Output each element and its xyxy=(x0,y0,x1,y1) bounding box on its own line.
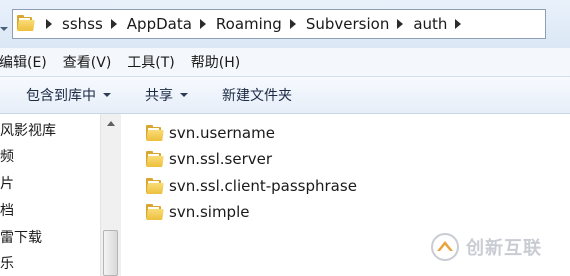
folder-icon xyxy=(146,178,164,194)
address-bar-strip: sshss AppData Roaming Subversion auth xyxy=(0,0,570,48)
include-in-library-label: 包含到库中 xyxy=(26,88,96,104)
folder-icon xyxy=(17,15,37,33)
file-name: svn.username xyxy=(169,124,275,142)
command-toolbar: 包含到库中 共享 新建文件夹 xyxy=(0,77,570,114)
breadcrumb-label[interactable]: sshss xyxy=(58,15,108,33)
new-folder-button[interactable]: 新建文件夹 xyxy=(222,85,292,105)
include-in-library-button[interactable]: 包含到库中 xyxy=(26,85,111,105)
nav-item[interactable]: 雷下载 xyxy=(0,227,42,247)
folder-icon xyxy=(146,204,164,220)
watermark-text: 创新互联 xyxy=(466,238,542,259)
share-button[interactable]: 共享 xyxy=(145,85,188,105)
nav-item[interactable]: 片 xyxy=(0,173,14,193)
dropdown-caret-icon xyxy=(103,93,111,97)
nav-scrollbar[interactable] xyxy=(100,114,121,276)
scroll-up-icon[interactable] xyxy=(104,116,118,130)
menu-bar: 编辑(E) 查看(V) 工具(T) 帮助(H) xyxy=(0,48,570,77)
watermark: 创新互联 xyxy=(430,230,570,264)
folder-icon xyxy=(146,151,164,167)
list-item[interactable]: svn.simple xyxy=(146,201,249,223)
navigation-pane: 风影视库 频 片 档 雷下载 乐 xyxy=(0,114,123,276)
menu-tools[interactable]: 工具(T) xyxy=(127,52,182,72)
nav-item[interactable]: 风影视库 xyxy=(0,120,56,140)
folder-icon xyxy=(146,125,164,141)
chevron-right-icon[interactable] xyxy=(46,19,52,29)
dropdown-caret-icon xyxy=(180,93,188,97)
chevron-right-icon[interactable] xyxy=(289,19,296,29)
list-item[interactable]: svn.username xyxy=(146,122,275,144)
list-item[interactable]: svn.ssl.client-passphrase xyxy=(146,175,357,197)
breadcrumb-label[interactable]: Roaming xyxy=(212,15,287,33)
breadcrumb-sshss[interactable]: sshss xyxy=(58,10,123,38)
breadcrumb-roaming[interactable]: Roaming xyxy=(212,10,302,38)
watermark-logo-icon xyxy=(431,233,459,261)
chevron-right-icon[interactable] xyxy=(455,19,462,29)
breadcrumb-label[interactable]: AppData xyxy=(123,15,197,33)
breadcrumb-subversion[interactable]: Subversion xyxy=(302,10,410,38)
chevron-right-icon[interactable] xyxy=(199,19,206,29)
nav-item[interactable]: 档 xyxy=(0,200,14,220)
menu-help[interactable]: 帮助(H) xyxy=(191,52,248,72)
breadcrumb-auth[interactable]: auth xyxy=(409,10,467,38)
menu-edit[interactable]: 编辑(E) xyxy=(0,52,55,72)
nav-item[interactable]: 频 xyxy=(0,146,14,166)
list-item[interactable]: svn.ssl.server xyxy=(146,148,272,170)
new-folder-label: 新建文件夹 xyxy=(222,88,292,104)
share-label: 共享 xyxy=(145,88,173,104)
file-name: svn.ssl.server xyxy=(169,150,273,168)
chevron-right-icon[interactable] xyxy=(110,19,117,29)
file-name: svn.ssl.client-passphrase xyxy=(169,177,357,195)
file-name: svn.simple xyxy=(169,203,250,221)
breadcrumb-label[interactable]: auth xyxy=(409,15,452,33)
breadcrumb-label[interactable]: Subversion xyxy=(302,15,395,33)
menu-view[interactable]: 查看(V) xyxy=(63,52,120,72)
scroll-thumb[interactable] xyxy=(103,230,118,276)
nav-item[interactable]: 乐 xyxy=(0,253,14,273)
breadcrumb-appdata[interactable]: AppData xyxy=(123,10,212,38)
chevron-right-icon[interactable] xyxy=(397,19,404,29)
address-bar[interactable]: sshss AppData Roaming Subversion auth xyxy=(12,9,546,39)
address-dropdown-icon[interactable] xyxy=(0,27,8,31)
